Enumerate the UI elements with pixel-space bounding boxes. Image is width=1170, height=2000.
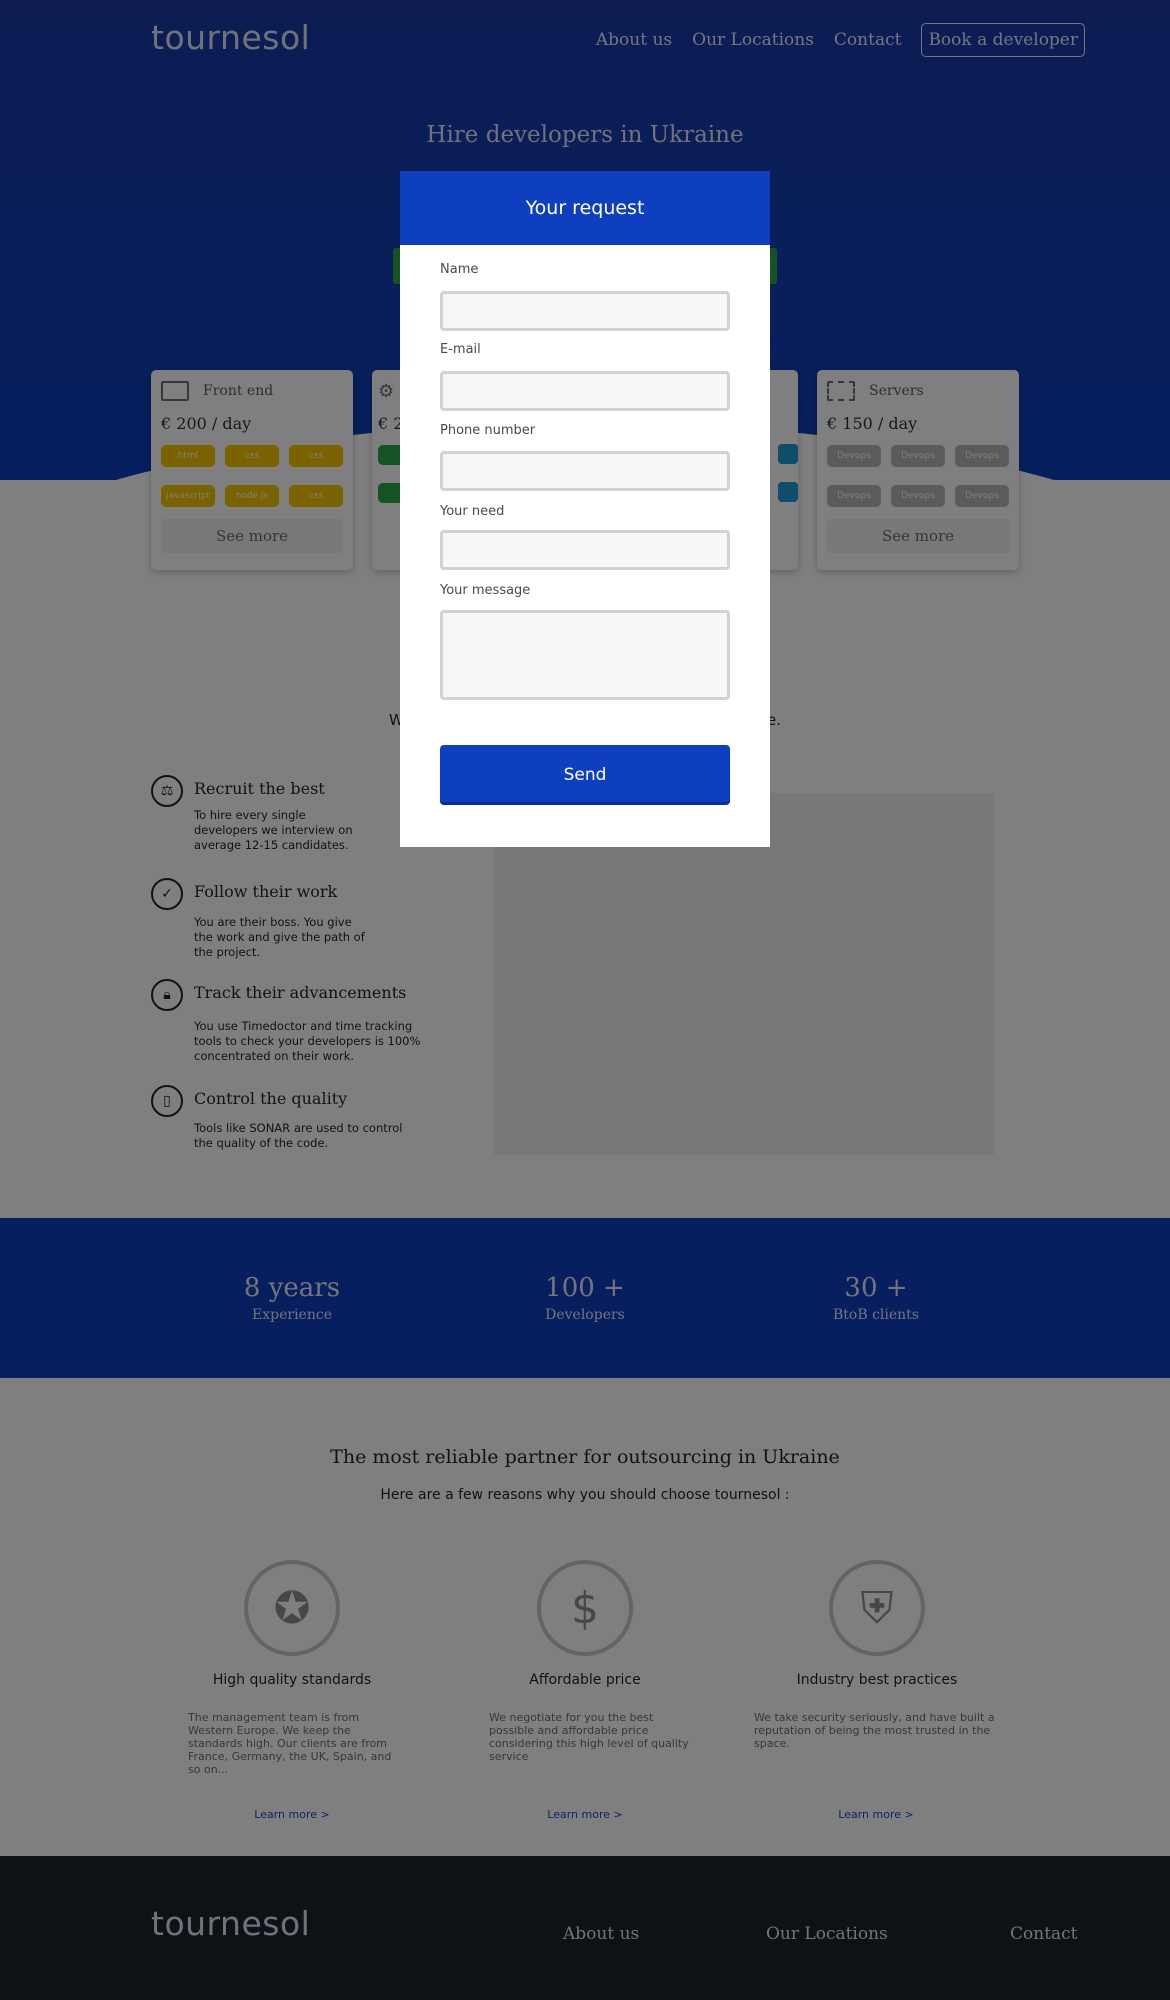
phone-label: Phone number xyxy=(440,423,536,438)
email-field[interactable] xyxy=(440,371,730,411)
email-label: E-mail xyxy=(440,342,481,357)
message-label: Your message xyxy=(440,583,531,598)
phone-field[interactable] xyxy=(440,451,730,491)
name-label: Name xyxy=(440,262,479,277)
send-button[interactable]: Send xyxy=(440,745,730,805)
need-label: Your need xyxy=(440,504,505,519)
name-field[interactable] xyxy=(440,291,730,331)
need-field[interactable] xyxy=(440,530,730,570)
modal-title: Your request xyxy=(400,171,770,245)
message-field[interactable] xyxy=(440,610,730,700)
request-modal: Your request Name E-mail Phone number Yo… xyxy=(400,171,770,847)
